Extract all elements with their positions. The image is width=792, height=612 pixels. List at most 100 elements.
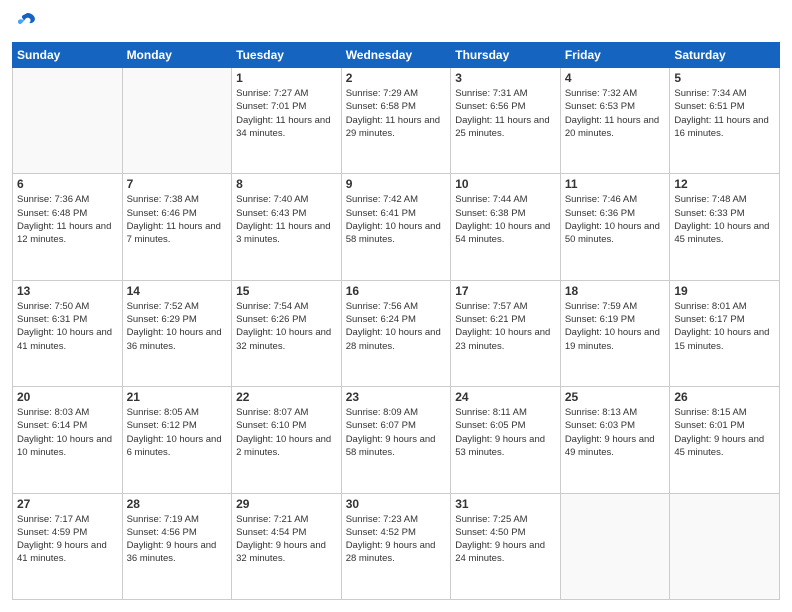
table-row: 14 Sunrise: 7:52 AM Sunset: 6:29 PM Dayli… — [122, 280, 232, 386]
table-row: 24 Sunrise: 8:11 AM Sunset: 6:05 PM Dayli… — [451, 387, 561, 493]
table-row: 5 Sunrise: 7:34 AM Sunset: 6:51 PM Daylig… — [670, 68, 780, 174]
day-number: 1 — [236, 71, 337, 85]
day-number: 14 — [127, 284, 228, 298]
day-number: 25 — [565, 390, 666, 404]
day-number: 22 — [236, 390, 337, 404]
calendar-week-row: 20Sunrise: 8:03 AM Sunset: 6:14 PM Dayli… — [13, 387, 780, 493]
table-row: 17 Sunrise: 7:57 AM Sunset: 6:21 PM Dayli… — [451, 280, 561, 386]
day-info: Sunrise: 7:38 AM Sunset: 6:46 PM Dayligh… — [127, 193, 228, 246]
page: Sunday Monday Tuesday Wednesday Thursday… — [0, 0, 792, 612]
day-info: Sunrise: 7:59 AM Sunset: 6:19 PM Dayligh… — [565, 300, 666, 353]
day-number: 29 — [236, 497, 337, 511]
logo — [12, 12, 38, 34]
table-row: 20Sunrise: 8:03 AM Sunset: 6:14 PM Dayli… — [13, 387, 123, 493]
table-row: 28 Sunrise: 7:19 AM Sunset: 4:56 PM Dayli… — [122, 493, 232, 599]
table-row: 6Sunrise: 7:36 AM Sunset: 6:48 PM Daylig… — [13, 174, 123, 280]
day-number: 4 — [565, 71, 666, 85]
col-monday: Monday — [122, 43, 232, 68]
logo-icon — [14, 12, 38, 34]
table-row: 10Sunrise: 7:44 AM Sunset: 6:38 PM Dayli… — [451, 174, 561, 280]
day-info: Sunrise: 7:19 AM Sunset: 4:56 PM Dayligh… — [127, 513, 228, 566]
day-number: 18 — [565, 284, 666, 298]
day-info: Sunrise: 7:54 AM Sunset: 6:26 PM Dayligh… — [236, 300, 337, 353]
day-info: Sunrise: 8:03 AM Sunset: 6:14 PM Dayligh… — [17, 406, 118, 459]
day-number: 8 — [236, 177, 337, 191]
table-row: 23 Sunrise: 8:09 AM Sunset: 6:07 PM Dayli… — [341, 387, 451, 493]
day-info: Sunrise: 7:17 AM Sunset: 4:59 PM Dayligh… — [17, 513, 118, 566]
day-number: 24 — [455, 390, 556, 404]
day-info: Sunrise: 8:15 AM Sunset: 6:01 PM Dayligh… — [674, 406, 775, 459]
day-info: Sunrise: 7:36 AM Sunset: 6:48 PM Dayligh… — [17, 193, 118, 246]
day-info: Sunrise: 7:57 AM Sunset: 6:21 PM Dayligh… — [455, 300, 556, 353]
day-info: Sunrise: 7:23 AM Sunset: 4:52 PM Dayligh… — [346, 513, 447, 566]
day-number: 21 — [127, 390, 228, 404]
day-info: Sunrise: 7:21 AM Sunset: 4:54 PM Dayligh… — [236, 513, 337, 566]
day-number: 31 — [455, 497, 556, 511]
calendar-table: Sunday Monday Tuesday Wednesday Thursday… — [12, 42, 780, 600]
day-info: Sunrise: 7:46 AM Sunset: 6:36 PM Dayligh… — [565, 193, 666, 246]
day-info: Sunrise: 7:52 AM Sunset: 6:29 PM Dayligh… — [127, 300, 228, 353]
table-row: 22 Sunrise: 8:07 AM Sunset: 6:10 PM Dayli… — [232, 387, 342, 493]
day-number: 5 — [674, 71, 775, 85]
col-tuesday: Tuesday — [232, 43, 342, 68]
day-info: Sunrise: 7:32 AM Sunset: 6:53 PM Dayligh… — [565, 87, 666, 140]
day-info: Sunrise: 8:13 AM Sunset: 6:03 PM Dayligh… — [565, 406, 666, 459]
table-row: 26 Sunrise: 8:15 AM Sunset: 6:01 PM Dayli… — [670, 387, 780, 493]
day-info: Sunrise: 7:50 AM Sunset: 6:31 PM Dayligh… — [17, 300, 118, 353]
calendar-week-row: 1Sunrise: 7:27 AM Sunset: 7:01 PM Daylig… — [13, 68, 780, 174]
table-row: 31 Sunrise: 7:25 AM Sunset: 4:50 PM Dayli… — [451, 493, 561, 599]
day-number: 19 — [674, 284, 775, 298]
col-sunday: Sunday — [13, 43, 123, 68]
table-row — [13, 68, 123, 174]
table-row: 29 Sunrise: 7:21 AM Sunset: 4:54 PM Dayli… — [232, 493, 342, 599]
day-info: Sunrise: 8:09 AM Sunset: 6:07 PM Dayligh… — [346, 406, 447, 459]
day-number: 11 — [565, 177, 666, 191]
day-info: Sunrise: 7:40 AM Sunset: 6:43 PM Dayligh… — [236, 193, 337, 246]
table-row: 1Sunrise: 7:27 AM Sunset: 7:01 PM Daylig… — [232, 68, 342, 174]
table-row — [122, 68, 232, 174]
table-row: 15 Sunrise: 7:54 AM Sunset: 6:26 PM Dayli… — [232, 280, 342, 386]
table-row: 11 Sunrise: 7:46 AM Sunset: 6:36 PM Dayli… — [560, 174, 670, 280]
col-wednesday: Wednesday — [341, 43, 451, 68]
day-info: Sunrise: 7:42 AM Sunset: 6:41 PM Dayligh… — [346, 193, 447, 246]
day-number: 3 — [455, 71, 556, 85]
day-number: 13 — [17, 284, 118, 298]
day-number: 9 — [346, 177, 447, 191]
table-row: 21Sunrise: 8:05 AM Sunset: 6:12 PM Dayli… — [122, 387, 232, 493]
day-number: 27 — [17, 497, 118, 511]
day-info: Sunrise: 7:34 AM Sunset: 6:51 PM Dayligh… — [674, 87, 775, 140]
day-number: 7 — [127, 177, 228, 191]
day-number: 28 — [127, 497, 228, 511]
day-number: 26 — [674, 390, 775, 404]
calendar-week-row: 27 Sunrise: 7:17 AM Sunset: 4:59 PM Dayli… — [13, 493, 780, 599]
header — [12, 12, 780, 34]
day-info: Sunrise: 7:29 AM Sunset: 6:58 PM Dayligh… — [346, 87, 447, 140]
table-row: 7 Sunrise: 7:38 AM Sunset: 6:46 PM Daylig… — [122, 174, 232, 280]
day-info: Sunrise: 7:25 AM Sunset: 4:50 PM Dayligh… — [455, 513, 556, 566]
day-info: Sunrise: 8:11 AM Sunset: 6:05 PM Dayligh… — [455, 406, 556, 459]
calendar-week-row: 13 Sunrise: 7:50 AM Sunset: 6:31 PM Dayli… — [13, 280, 780, 386]
day-number: 17 — [455, 284, 556, 298]
col-saturday: Saturday — [670, 43, 780, 68]
day-number: 2 — [346, 71, 447, 85]
table-row: 19 Sunrise: 8:01 AM Sunset: 6:17 PM Dayli… — [670, 280, 780, 386]
day-number: 16 — [346, 284, 447, 298]
table-row: 13 Sunrise: 7:50 AM Sunset: 6:31 PM Dayli… — [13, 280, 123, 386]
table-row — [670, 493, 780, 599]
day-info: Sunrise: 7:31 AM Sunset: 6:56 PM Dayligh… — [455, 87, 556, 140]
day-number: 23 — [346, 390, 447, 404]
col-thursday: Thursday — [451, 43, 561, 68]
table-row: 16Sunrise: 7:56 AM Sunset: 6:24 PM Dayli… — [341, 280, 451, 386]
table-row: 30Sunrise: 7:23 AM Sunset: 4:52 PM Dayli… — [341, 493, 451, 599]
day-number: 10 — [455, 177, 556, 191]
day-info: Sunrise: 8:07 AM Sunset: 6:10 PM Dayligh… — [236, 406, 337, 459]
table-row: 18 Sunrise: 7:59 AM Sunset: 6:19 PM Dayli… — [560, 280, 670, 386]
calendar-header-row: Sunday Monday Tuesday Wednesday Thursday… — [13, 43, 780, 68]
table-row: 12 Sunrise: 7:48 AM Sunset: 6:33 PM Dayli… — [670, 174, 780, 280]
table-row: 25 Sunrise: 8:13 AM Sunset: 6:03 PM Dayli… — [560, 387, 670, 493]
day-info: Sunrise: 7:48 AM Sunset: 6:33 PM Dayligh… — [674, 193, 775, 246]
table-row: 27 Sunrise: 7:17 AM Sunset: 4:59 PM Dayli… — [13, 493, 123, 599]
day-number: 15 — [236, 284, 337, 298]
day-number: 12 — [674, 177, 775, 191]
day-info: Sunrise: 8:01 AM Sunset: 6:17 PM Dayligh… — [674, 300, 775, 353]
